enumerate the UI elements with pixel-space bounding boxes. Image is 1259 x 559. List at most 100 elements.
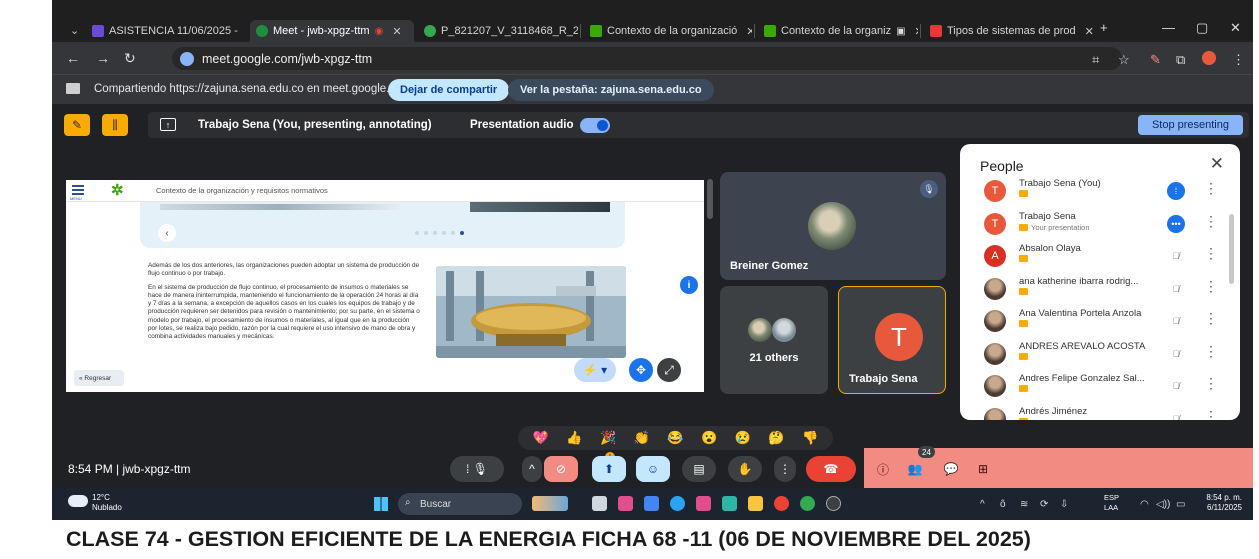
- chrome-profile-icon[interactable]: [800, 496, 815, 511]
- close-icon[interactable]: ✕: [392, 25, 401, 38]
- participant-row[interactable]: Andrés Jiménez 🎙̸ ⋮: [974, 406, 1219, 421]
- reaction-laugh[interactable]: 😂: [667, 430, 683, 446]
- chrome-icon[interactable]: [774, 496, 789, 511]
- news-widget-icon[interactable]: [532, 496, 568, 511]
- more-options-icon[interactable]: ⋮: [774, 456, 796, 482]
- stop-presenting-button[interactable]: Stop presenting: [1137, 115, 1243, 135]
- emoji-button[interactable]: ☺: [636, 456, 670, 482]
- raise-hand-button[interactable]: ✋: [728, 456, 762, 482]
- usb-icon[interactable]: ⇩: [1060, 499, 1068, 510]
- file-explorer-icon[interactable]: [748, 496, 763, 511]
- participant-row[interactable]: Ana Valentina Portela Anzola 🎙̸ ⋮: [974, 308, 1219, 340]
- others-tile[interactable]: 21 others: [720, 286, 828, 394]
- participant-more-icon[interactable]: ⋮: [1204, 180, 1218, 197]
- info-icon[interactable]: i: [680, 276, 698, 294]
- participant-row[interactable]: T Trabajo Sena (You) ⁞ ⋮: [974, 178, 1219, 210]
- minimize-icon[interactable]: —: [1162, 20, 1175, 35]
- participant-more-icon[interactable]: ⋮: [1204, 310, 1218, 327]
- tab-contexto-2[interactable]: Contexto de la organiz ▣ ✕: [758, 20, 918, 42]
- tray-app-icon[interactable]: ≋: [1020, 499, 1028, 510]
- tray-chevron-icon[interactable]: ^: [980, 499, 985, 510]
- tab-tipos-sistemas[interactable]: Tipos de sistemas de prod ✕: [924, 20, 1094, 42]
- reaction-party[interactable]: 🎉: [600, 430, 616, 446]
- restore-icon[interactable]: ▢: [1196, 20, 1208, 36]
- participant-tile-breiner[interactable]: 🎙 Breiner Gomez: [720, 172, 946, 280]
- volume-icon[interactable]: ◁)): [1156, 499, 1170, 510]
- stop-sharing-button[interactable]: Dejar de compartir: [388, 79, 510, 101]
- chat-icon[interactable]: 💬: [940, 456, 962, 482]
- pause-annotations-icon[interactable]: ⫼: [102, 114, 128, 136]
- bookmark-star-icon[interactable]: ☆: [1118, 52, 1130, 68]
- reload-icon[interactable]: ↻: [124, 50, 136, 67]
- app-icon[interactable]: [722, 496, 737, 511]
- camera-options-icon[interactable]: ^: [522, 456, 542, 482]
- presentation-audio-toggle[interactable]: [580, 118, 610, 133]
- wifi-icon[interactable]: ◠: [1140, 499, 1149, 510]
- camera-off-button[interactable]: ⊘: [544, 456, 578, 482]
- taskbar-search[interactable]: ⌕ Buscar: [398, 493, 522, 515]
- edge-icon[interactable]: [670, 496, 685, 511]
- meeting-info-icon[interactable]: ⓘ: [872, 456, 894, 482]
- hang-up-button[interactable]: ☎: [806, 456, 856, 482]
- close-icon[interactable]: ✕: [1085, 25, 1094, 38]
- forward-icon[interactable]: →: [96, 50, 110, 66]
- self-tile[interactable]: T Trabajo Sena: [838, 286, 946, 394]
- task-view-icon[interactable]: [592, 496, 607, 511]
- browser-menu-icon[interactable]: ⋮: [1232, 52, 1245, 68]
- window-close-icon[interactable]: ✕: [1230, 20, 1241, 36]
- system-clock[interactable]: 8:54 p. m. 6/11/2025: [1192, 493, 1242, 513]
- people-button[interactable]: 👥: [902, 456, 928, 482]
- reaction-sad[interactable]: 😢: [735, 430, 751, 446]
- present-now-button[interactable]: ⬆: [592, 456, 626, 482]
- tab-meet[interactable]: Meet - jwb-xpgz-ttm ◉ ✕: [250, 20, 414, 42]
- translate-icon[interactable]: ⌗: [1092, 52, 1099, 68]
- participant-more-icon[interactable]: ⋮: [1204, 343, 1218, 360]
- carousel-dots[interactable]: [415, 231, 464, 235]
- reaction-thumbs-down[interactable]: 👎: [802, 430, 818, 446]
- back-link[interactable]: « Regresar: [74, 370, 124, 386]
- participant-row[interactable]: ana katherine ibarra rodrig... 🎙̸ ⋮: [974, 276, 1219, 308]
- new-tab-button[interactable]: +: [1100, 20, 1108, 35]
- address-bar[interactable]: meet.google.com/jwb-xpgz-ttm: [172, 47, 1122, 70]
- extensions-icon[interactable]: ⧉: [1176, 52, 1185, 68]
- reaction-clap[interactable]: 👏: [634, 430, 650, 446]
- participant-more-icon[interactable]: ⋮: [1204, 213, 1218, 230]
- participant-more-icon[interactable]: ⋮: [1204, 375, 1218, 392]
- reaction-heart[interactable]: 💖: [533, 430, 549, 446]
- close-icon[interactable]: ✕: [915, 25, 918, 38]
- participant-row[interactable]: ANDRES AREVALO ACOSTA 🎙̸ ⋮: [974, 341, 1219, 373]
- site-info-icon[interactable]: [180, 51, 194, 66]
- reaction-thinking[interactable]: 🤔: [768, 430, 784, 446]
- close-icon[interactable]: ✕: [746, 25, 752, 38]
- participant-more-icon[interactable]: ⋮: [1204, 408, 1218, 421]
- pan-icon[interactable]: ✥: [629, 358, 653, 382]
- app-icon[interactable]: [696, 496, 711, 511]
- fullscreen-icon[interactable]: ⤢: [657, 358, 681, 382]
- weather-widget[interactable]: 12°C Nublado: [92, 493, 122, 513]
- laser-pointer-button[interactable]: ⚡ ▾: [574, 358, 616, 382]
- tab-asistencia[interactable]: ASISTENCIA 11/06/2025 - ✕: [86, 20, 246, 42]
- view-tab-button[interactable]: Ver la pestaña: zajuna.sena.edu.co: [508, 79, 714, 101]
- captions-button[interactable]: ▤: [682, 456, 716, 482]
- battery-icon[interactable]: ▭: [1176, 499, 1185, 510]
- pen-icon[interactable]: ✎: [1150, 52, 1161, 68]
- close-panel-icon[interactable]: ✕: [1210, 154, 1224, 174]
- app-icon[interactable]: [618, 496, 633, 511]
- activities-icon[interactable]: ⊞: [972, 456, 994, 482]
- reaction-thumbs-up[interactable]: 👍: [566, 430, 582, 446]
- windows-start-icon[interactable]: [374, 497, 388, 511]
- annotation-toggle-icon[interactable]: ✎: [64, 114, 90, 136]
- tab-pdf[interactable]: P_821207_V_3118468_R_2 ✕: [418, 20, 578, 42]
- carousel-prev-icon[interactable]: ‹: [158, 224, 176, 242]
- hamburger-menu-icon[interactable]: [72, 185, 84, 195]
- back-icon[interactable]: ←: [66, 50, 80, 66]
- tray-sync-icon[interactable]: ⟳: [1040, 499, 1048, 510]
- app-icon[interactable]: [644, 496, 659, 511]
- participant-row[interactable]: T Trabajo Sena Your presentation ••• ⋮: [974, 211, 1219, 243]
- participant-row[interactable]: A Absalon Olaya 🎙̸ ⋮: [974, 243, 1219, 275]
- tab-search-icon[interactable]: ⌄: [70, 24, 79, 37]
- participant-row[interactable]: Andres Felipe Gonzalez Sal... 🎙̸ ⋮: [974, 373, 1219, 405]
- reaction-surprised[interactable]: 😮: [701, 430, 717, 446]
- tray-app-icon[interactable]: ô: [1000, 499, 1006, 510]
- stage-scrollbar[interactable]: [707, 179, 713, 219]
